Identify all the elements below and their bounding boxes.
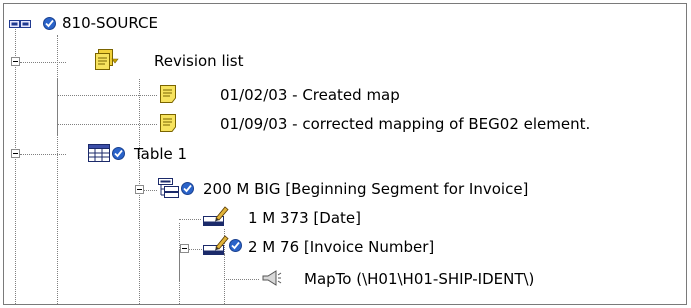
note-icon <box>160 114 176 132</box>
tree-line <box>57 124 157 125</box>
tree-line <box>179 219 201 220</box>
check-icon <box>112 147 125 160</box>
tree-line <box>20 154 66 155</box>
element-edit-icon <box>203 235 229 255</box>
tree-line <box>57 35 58 135</box>
tree-line <box>224 279 259 280</box>
table-icon <box>88 144 110 162</box>
element-edit-icon <box>203 206 229 226</box>
tree-node-label: 01/09/03 - corrected mapping of BEG02 el… <box>220 115 591 133</box>
collapse-toggle[interactable] <box>11 57 20 66</box>
check-icon <box>229 239 242 252</box>
tree-view[interactable]: 810-SOURCE Revision list 01/02/03 - Crea… <box>3 3 687 305</box>
tree-line <box>144 190 157 191</box>
link-chain-icon <box>9 20 31 28</box>
check-icon <box>181 182 194 195</box>
tree-node-label: 810-SOURCE <box>62 14 158 32</box>
tree-line <box>179 249 180 281</box>
tree-node-label: Revision list <box>154 52 244 70</box>
tree-line <box>139 159 140 186</box>
note-icon <box>160 85 176 103</box>
tree-node-label: 2 M 76 [Invoice Number] <box>248 238 435 256</box>
tree-node-label: 1 M 373 [Date] <box>248 209 361 227</box>
collapse-toggle[interactable] <box>180 244 189 253</box>
tree-line <box>57 95 157 96</box>
tree-node-label: Table 1 <box>134 145 188 163</box>
tree-node-label: 200 M BIG [Beginning Segment for Invoice… <box>203 180 529 198</box>
megaphone-icon <box>262 270 282 286</box>
collapse-toggle[interactable] <box>135 185 144 194</box>
segment-icon <box>158 178 179 198</box>
tree-line <box>20 62 66 63</box>
tree-node-label: 01/02/03 - Created map <box>220 86 400 104</box>
note-stack-icon <box>95 49 119 70</box>
tree-line <box>15 26 16 304</box>
tree-node-label: MapTo (\H01\H01-SHIP-IDENT\) <box>304 270 535 288</box>
check-icon <box>43 17 56 30</box>
collapse-toggle[interactable] <box>11 149 20 158</box>
